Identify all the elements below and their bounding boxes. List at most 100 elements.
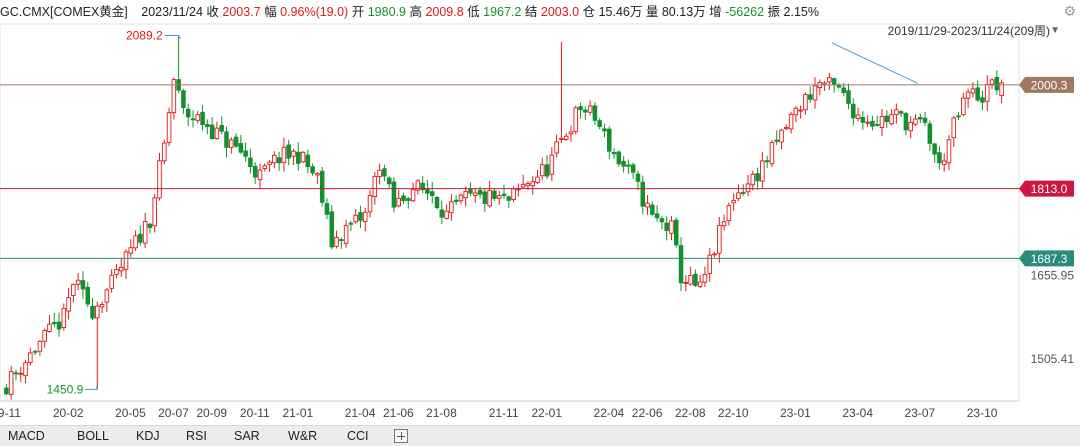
x-tick-label: 22-06 bbox=[632, 406, 663, 420]
candle-body bbox=[554, 141, 559, 154]
candle-body bbox=[276, 157, 282, 164]
candle-body bbox=[956, 115, 961, 118]
tab-sar[interactable]: SAR bbox=[234, 426, 260, 446]
candle-body bbox=[654, 213, 660, 219]
candle-body bbox=[449, 201, 454, 214]
candle-body bbox=[544, 164, 550, 177]
candle-body bbox=[214, 127, 220, 140]
candle-body bbox=[913, 118, 918, 125]
x-tick-label: 22-10 bbox=[718, 406, 749, 420]
candle-body bbox=[961, 97, 966, 116]
tab-kdj[interactable]: KDJ bbox=[136, 426, 160, 446]
candle-body bbox=[702, 273, 708, 283]
candle-body bbox=[286, 144, 291, 159]
candle-body bbox=[425, 188, 430, 194]
candle-body bbox=[295, 151, 301, 164]
close-label: 收 bbox=[206, 5, 219, 19]
candle-body bbox=[267, 161, 272, 165]
candle-body bbox=[185, 108, 191, 118]
candle-body bbox=[664, 222, 669, 231]
candle-body bbox=[324, 203, 330, 215]
candle-body bbox=[47, 323, 52, 332]
candle-body bbox=[879, 116, 885, 128]
amplitude-value: 2.15% bbox=[783, 5, 819, 19]
open-label: 开 bbox=[351, 5, 365, 19]
candle-body bbox=[841, 87, 846, 94]
candle-body bbox=[965, 91, 971, 99]
candle-body bbox=[85, 286, 91, 305]
candle-body bbox=[353, 214, 358, 223]
candle-body bbox=[190, 118, 196, 121]
candle-body bbox=[444, 210, 449, 219]
candle-body bbox=[951, 117, 957, 139]
candle-body bbox=[166, 112, 172, 143]
candle-body bbox=[90, 306, 95, 319]
tab-macd[interactable]: MACD bbox=[8, 426, 45, 446]
candle-body bbox=[61, 307, 67, 328]
candle-body bbox=[903, 113, 909, 131]
candle-body bbox=[51, 321, 57, 325]
candle-body bbox=[473, 192, 478, 196]
candle-body bbox=[75, 279, 81, 285]
x-tick-label: 20-09 bbox=[196, 406, 227, 420]
x-tick-label: 23-07 bbox=[905, 406, 936, 420]
candle-body bbox=[291, 150, 296, 157]
candle-body bbox=[602, 128, 607, 132]
candle-body bbox=[540, 164, 545, 177]
candle-body bbox=[611, 152, 617, 155]
candle-body bbox=[123, 251, 129, 270]
candle-body bbox=[358, 212, 363, 221]
add-indicator-button[interactable] bbox=[394, 429, 408, 443]
x-tick-label: 20-11 bbox=[240, 406, 270, 420]
settle-value: 2003.0 bbox=[540, 5, 580, 19]
x-tick-label: 22-01 bbox=[531, 406, 562, 420]
candle-body bbox=[697, 281, 703, 287]
candle-body bbox=[248, 157, 253, 168]
candle-body bbox=[898, 111, 904, 114]
candle-body bbox=[343, 225, 349, 244]
candle-body bbox=[568, 131, 574, 135]
candle-body bbox=[310, 166, 315, 174]
x-tick-label: 21-01 bbox=[283, 406, 314, 420]
candle-body bbox=[477, 189, 483, 195]
x-tick-label: 20-05 bbox=[115, 406, 146, 420]
candle-body bbox=[118, 266, 124, 272]
candle-body bbox=[673, 219, 679, 246]
candle-body bbox=[229, 139, 234, 148]
candle-body bbox=[855, 114, 861, 119]
candle-body bbox=[922, 117, 928, 123]
candle-body bbox=[650, 204, 655, 215]
low-value: 1967.2 bbox=[483, 5, 522, 19]
dropdown-caret-icon[interactable]: ▼ bbox=[1050, 25, 1060, 36]
candle-body bbox=[157, 160, 162, 199]
x-tick-label: 21-06 bbox=[383, 406, 414, 420]
candle-body bbox=[731, 200, 736, 204]
gear-icon[interactable]: ⚙ bbox=[1063, 3, 1076, 20]
candle-body bbox=[678, 245, 684, 284]
candle-body bbox=[181, 90, 186, 109]
candle-body bbox=[13, 372, 19, 375]
candle-body bbox=[205, 124, 210, 128]
x-tick-label: 21-04 bbox=[345, 406, 376, 420]
candle-body bbox=[506, 196, 512, 201]
candle-body bbox=[458, 194, 464, 202]
candle-body bbox=[626, 164, 631, 167]
tab-cci[interactable]: CCI bbox=[347, 426, 369, 446]
tab-boll[interactable]: BOLL bbox=[77, 426, 109, 446]
candle-body bbox=[71, 284, 76, 297]
candle-body bbox=[8, 371, 14, 395]
candle-body bbox=[827, 77, 832, 83]
candle-body bbox=[984, 84, 990, 102]
date-range-selector[interactable]: 2019/11/29-2023/11/24(209周) bbox=[888, 22, 1050, 40]
change-value: 0.96%(19.0) bbox=[280, 5, 349, 19]
x-tick-label: 20-02 bbox=[53, 406, 84, 420]
candle-body bbox=[439, 209, 445, 218]
candle-body bbox=[410, 189, 416, 202]
candle-body bbox=[606, 128, 612, 152]
candle-body bbox=[262, 165, 268, 169]
low-label: 低 bbox=[467, 5, 480, 19]
increase-value: -56262 bbox=[725, 5, 765, 19]
increase-label: 增 bbox=[709, 5, 722, 19]
tab-rsi[interactable]: RSI bbox=[186, 426, 207, 446]
tab-wr[interactable]: W&R bbox=[288, 426, 317, 446]
